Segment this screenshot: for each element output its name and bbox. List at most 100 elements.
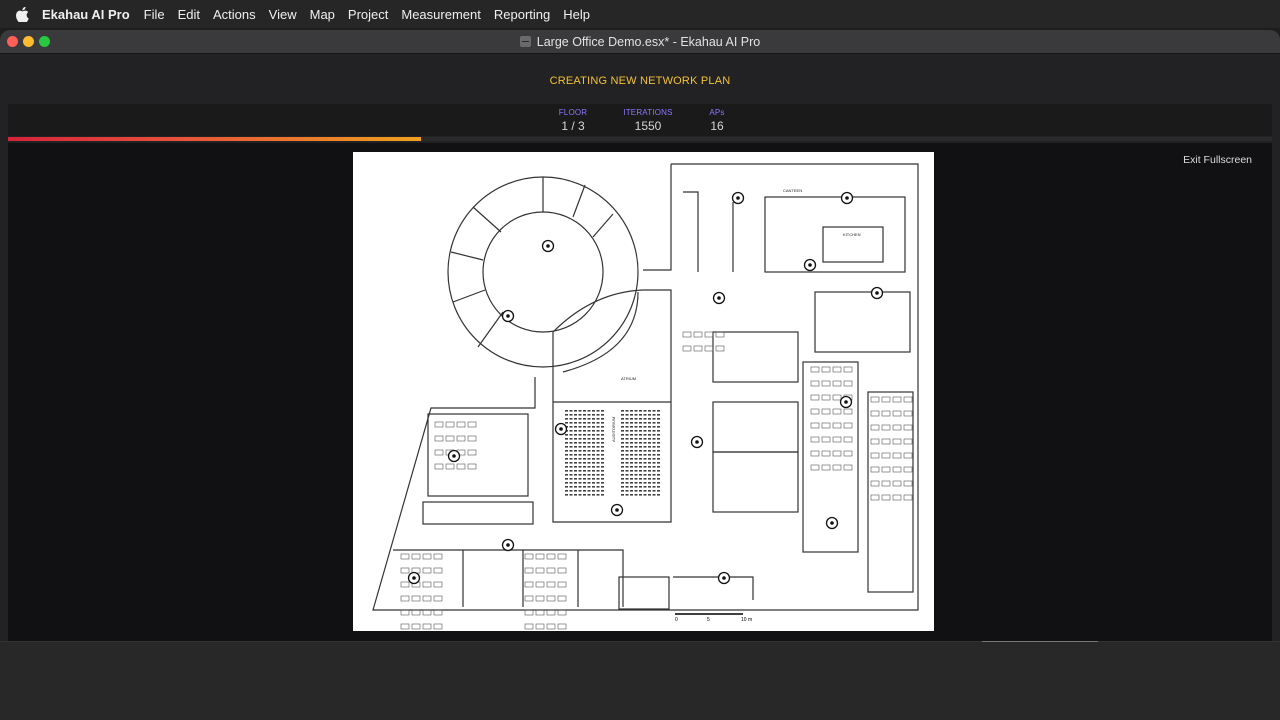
auditorium-seat [583, 454, 586, 456]
auditorium-seat [634, 438, 638, 440]
auditorium-seat [643, 482, 647, 484]
close-window-button[interactable] [7, 36, 18, 47]
access-point-icon[interactable] [447, 449, 461, 463]
auditorium-seat [652, 462, 656, 464]
auditorium-seat [639, 450, 642, 452]
auditorium-seat [630, 422, 633, 424]
auditorium-seat [625, 486, 629, 488]
auditorium-seat [587, 458, 591, 460]
access-point-icon[interactable] [839, 395, 853, 409]
auditorium-seat [569, 454, 573, 456]
auditorium-seat [648, 438, 651, 440]
auditorium-seat [596, 474, 600, 476]
menu-project[interactable]: Project [348, 7, 388, 22]
auditorium-seat [621, 494, 624, 496]
auditorium-seat [587, 494, 591, 496]
auditorium-seat [634, 470, 638, 472]
auditorium-seat [565, 414, 568, 416]
auditorium-seat [639, 438, 642, 440]
desk [467, 421, 477, 428]
auditorium-seat [587, 450, 591, 452]
access-point-icon[interactable] [501, 538, 515, 552]
title-bar[interactable]: Large Office Demo.esx* - Ekahau AI Pro [0, 30, 1280, 54]
auditorium-seat [583, 462, 586, 464]
auditorium-seat [648, 478, 651, 480]
auditorium-seat [578, 458, 582, 460]
auditorium-seat [634, 418, 638, 420]
menu-app-name[interactable]: Ekahau AI Pro [42, 7, 130, 22]
access-point-icon[interactable] [731, 191, 745, 205]
access-point-icon[interactable] [840, 191, 854, 205]
desk [400, 623, 410, 630]
zoom-window-button[interactable] [39, 36, 50, 47]
bottom-panel [0, 641, 1280, 720]
exit-fullscreen-button[interactable]: Exit Fullscreen [1183, 154, 1252, 166]
access-point-icon[interactable] [825, 516, 839, 530]
auditorium-seat [578, 466, 582, 468]
floor-plan-map[interactable]: CANTEEN KITCHEN ATRIUM AUDITORIUM 0 5 10… [353, 152, 934, 714]
map-canvas[interactable]: Exit Fullscreen CANTEEN KITCHEN ATRIUM A… [8, 143, 1272, 714]
auditorium-seat [648, 414, 651, 416]
auditorium-seat [587, 474, 591, 476]
desk [832, 366, 842, 373]
auditorium-seat [625, 442, 629, 444]
access-point-icon[interactable] [501, 309, 515, 323]
auditorium-seat [634, 422, 638, 424]
menu-help[interactable]: Help [563, 7, 590, 22]
window-title-group: Large Office Demo.esx* - Ekahau AI Pro [519, 35, 760, 49]
desk [870, 452, 880, 459]
auditorium-seat [648, 466, 651, 468]
auditorium-seat [634, 474, 638, 476]
access-point-icon[interactable] [610, 503, 624, 517]
auditorium-seat [657, 442, 660, 444]
auditorium-seat [601, 478, 604, 480]
auditorium-seat [601, 458, 604, 460]
auditorium-seat [648, 462, 651, 464]
auditorium-seat [578, 410, 582, 412]
auditorium-seat [583, 418, 586, 420]
menu-measurement[interactable]: Measurement [401, 7, 480, 22]
auditorium-seat [569, 470, 573, 472]
desk [434, 463, 444, 470]
auditorium-seat [630, 442, 633, 444]
auditorium-seat [587, 462, 591, 464]
access-point-icon[interactable] [541, 239, 555, 253]
menu-file[interactable]: File [144, 7, 165, 22]
menu-edit[interactable]: Edit [178, 7, 200, 22]
auditorium-seat [657, 438, 660, 440]
auditorium-seat [657, 446, 660, 448]
access-point-icon[interactable] [554, 422, 568, 436]
access-point-icon[interactable] [717, 571, 731, 585]
desk [704, 345, 714, 352]
auditorium-seat [587, 478, 591, 480]
auditorium-seat [625, 458, 629, 460]
auditorium-seat [652, 434, 656, 436]
access-point-icon[interactable] [870, 286, 884, 300]
auditorium-seat [648, 458, 651, 460]
auditorium-seat [643, 458, 647, 460]
access-point-icon[interactable] [690, 435, 704, 449]
auditorium-seat [578, 486, 582, 488]
menu-reporting[interactable]: Reporting [494, 7, 550, 22]
menu-map[interactable]: Map [310, 7, 335, 22]
auditorium-seat [652, 438, 656, 440]
auditorium-seat [634, 494, 638, 496]
auditorium-seat [587, 446, 591, 448]
access-point-icon[interactable] [407, 571, 421, 585]
menu-view[interactable]: View [269, 7, 297, 22]
auditorium-seat [601, 426, 604, 428]
menu-bar: Ekahau AI Pro File Edit Actions View Map… [0, 0, 1280, 28]
menu-actions[interactable]: Actions [213, 7, 256, 22]
apple-icon[interactable] [16, 6, 30, 22]
desk [422, 581, 432, 588]
auditorium-seat [574, 450, 577, 452]
auditorium-seat [630, 466, 633, 468]
auditorium-seat [574, 486, 577, 488]
desk [881, 438, 891, 445]
auditorium-seat [578, 454, 582, 456]
access-point-icon[interactable] [803, 258, 817, 272]
desk [433, 553, 443, 560]
access-point-icon[interactable] [712, 291, 726, 305]
minimize-window-button[interactable] [23, 36, 34, 47]
auditorium-seat [630, 426, 633, 428]
